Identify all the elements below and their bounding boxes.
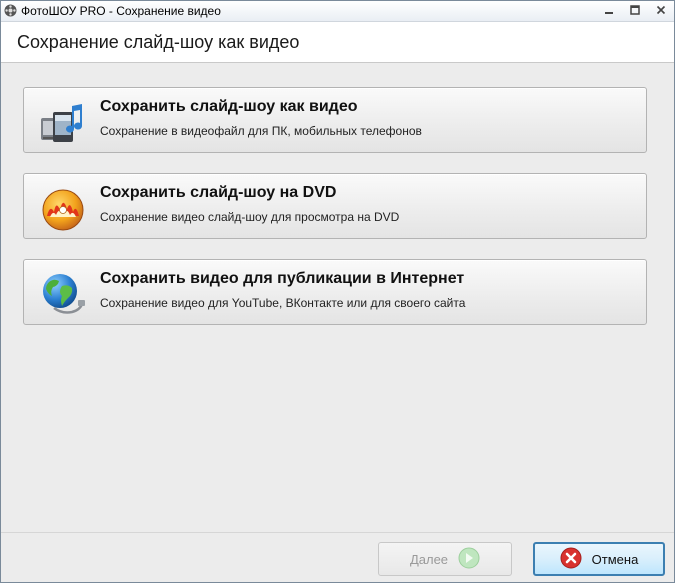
save-as-video-option[interactable]: Сохранить слайд-шоу как видео Сохранение… — [23, 87, 647, 153]
option-title: Сохранить слайд-шоу на DVD — [100, 184, 337, 201]
footer-divider — [1, 532, 674, 533]
option-description: Сохранение видео слайд-шоу для просмотра… — [100, 210, 400, 224]
option-description: Сохранение в видеофайл для ПК, мобильных… — [100, 124, 422, 138]
globe-network-icon — [40, 272, 86, 318]
save-video-dialog: ФотоШОУ PRO - Сохранение видео Сохранени… — [0, 0, 675, 583]
minimize-icon — [604, 5, 614, 15]
maximize-icon — [630, 5, 640, 15]
next-button[interactable]: Далее — [378, 542, 512, 576]
next-arrow-icon — [458, 547, 480, 572]
option-title: Сохранить слайд-шоу как видео — [100, 98, 358, 115]
title-bar[interactable]: ФотоШОУ PRO - Сохранение видео — [1, 1, 674, 22]
window-title: ФотоШОУ PRO - Сохранение видео — [21, 4, 221, 18]
close-window-button[interactable] — [648, 1, 674, 19]
cancel-button[interactable]: Отмена — [533, 542, 665, 576]
publish-online-option[interactable]: Сохранить видео для публикации в Интерне… — [23, 259, 647, 325]
dvd-disc-icon — [40, 186, 86, 232]
video-devices-icon — [40, 100, 86, 146]
save-to-dvd-option[interactable]: Сохранить слайд-шоу на DVD Сохранение ви… — [23, 173, 647, 239]
minimize-button[interactable] — [596, 1, 622, 19]
page-title: Сохранение слайд-шоу как видео — [17, 32, 300, 52]
maximize-button[interactable] — [622, 1, 648, 19]
next-button-label: Далее — [409, 551, 449, 567]
option-title: Сохранить видео для публикации в Интерне… — [100, 270, 465, 287]
cancel-button-label: Отмена — [591, 551, 639, 567]
option-description: Сохранение видео для YouTube, ВКонтакте … — [100, 296, 466, 310]
cancel-x-icon — [560, 547, 582, 572]
dialog-header: Сохранение слайд-шоу как видео — [1, 22, 674, 63]
close-icon — [656, 5, 666, 15]
app-film-icon — [4, 4, 17, 17]
